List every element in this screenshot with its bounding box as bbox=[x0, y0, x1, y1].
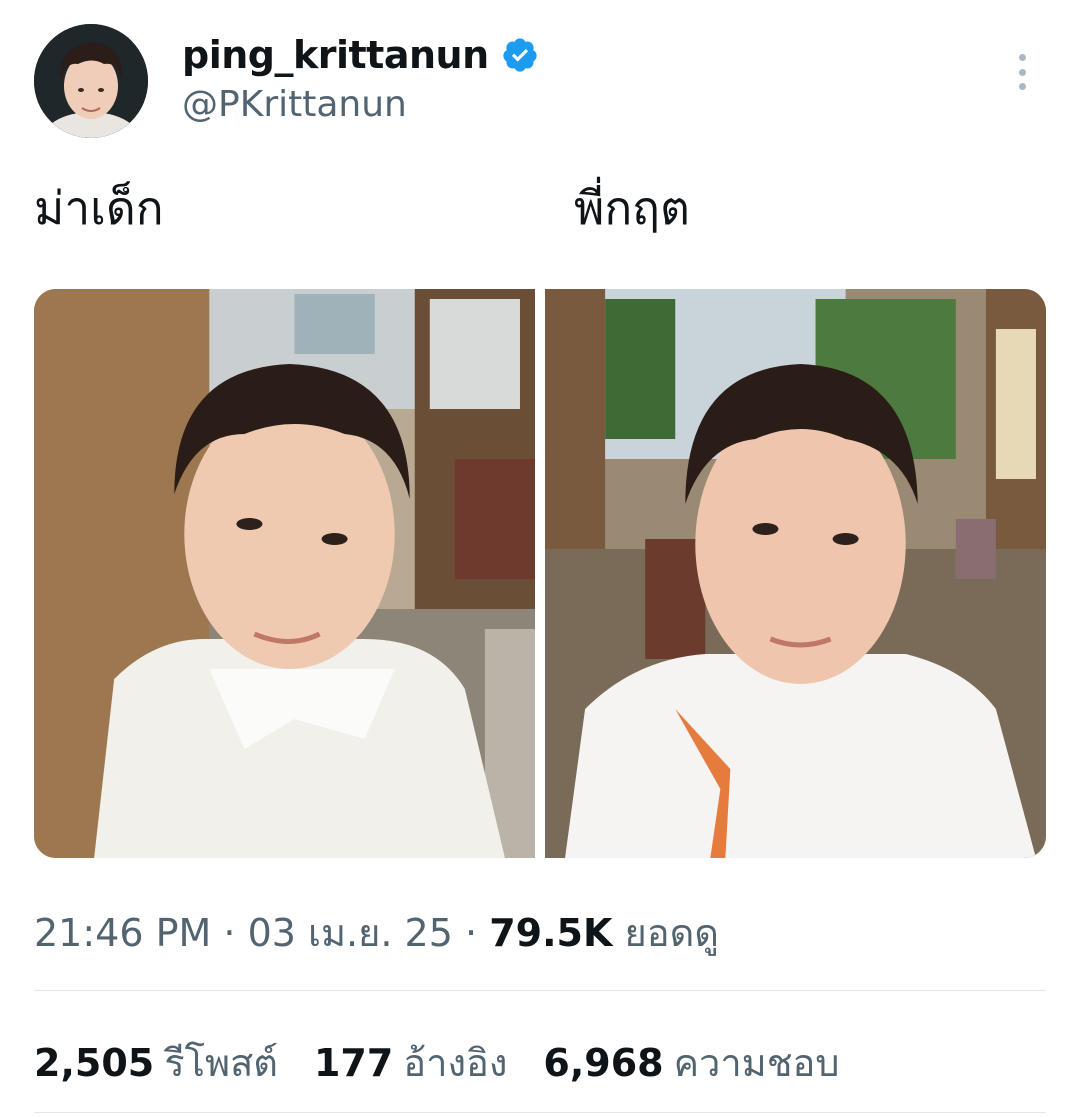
photo-right[interactable] bbox=[545, 289, 1046, 858]
likes-label: ความชอบ bbox=[673, 1041, 840, 1085]
reposts-count: 2,505 bbox=[34, 1041, 155, 1085]
user-handle[interactable]: @PKrittanun bbox=[182, 84, 539, 125]
tweet-meta: 21:46 PM · 03 เม.ย. 25 · 79.5K ยอดดู bbox=[34, 902, 719, 963]
divider bbox=[34, 990, 1046, 991]
photo-left[interactable] bbox=[34, 289, 535, 858]
caption-right: พี่กฤต bbox=[574, 181, 690, 235]
meta-separator: · bbox=[465, 911, 478, 955]
tweet-time[interactable]: 21:46 PM bbox=[34, 911, 211, 955]
likes-stat[interactable]: 6,968 ความชอบ bbox=[543, 1032, 839, 1093]
avatar[interactable] bbox=[34, 24, 148, 138]
verified-badge-icon bbox=[503, 38, 537, 72]
tweet-header: ping_krittanun @PKrittanun bbox=[34, 24, 1054, 144]
quotes-count: 177 bbox=[313, 1041, 394, 1085]
engagement-stats: 2,505 รีโพสต์ 177 อ้างอิง 6,968 ความชอบ bbox=[34, 1032, 839, 1093]
tweet-text: ม่าเด็ก พี่กฤต bbox=[34, 172, 1044, 242]
tweet-date[interactable]: 03 เม.ย. 25 bbox=[248, 911, 453, 955]
display-name[interactable]: ping_krittanun bbox=[182, 33, 489, 77]
reposts-label: รีโพสต์ bbox=[164, 1041, 278, 1085]
divider bbox=[34, 1112, 1046, 1113]
likes-count: 6,968 bbox=[543, 1041, 664, 1085]
caption-left: ม่าเด็ก bbox=[34, 181, 164, 235]
more-vertical-icon[interactable] bbox=[1010, 54, 1034, 90]
views-label: ยอดดู bbox=[624, 911, 719, 955]
meta-separator: · bbox=[223, 911, 236, 955]
reposts-stat[interactable]: 2,505 รีโพสต์ bbox=[34, 1032, 278, 1093]
quotes-stat[interactable]: 177 อ้างอิง bbox=[314, 1032, 507, 1093]
views-count: 79.5K bbox=[489, 911, 613, 955]
quotes-label: อ้างอิง bbox=[403, 1041, 508, 1085]
media-gallery bbox=[34, 289, 1046, 858]
